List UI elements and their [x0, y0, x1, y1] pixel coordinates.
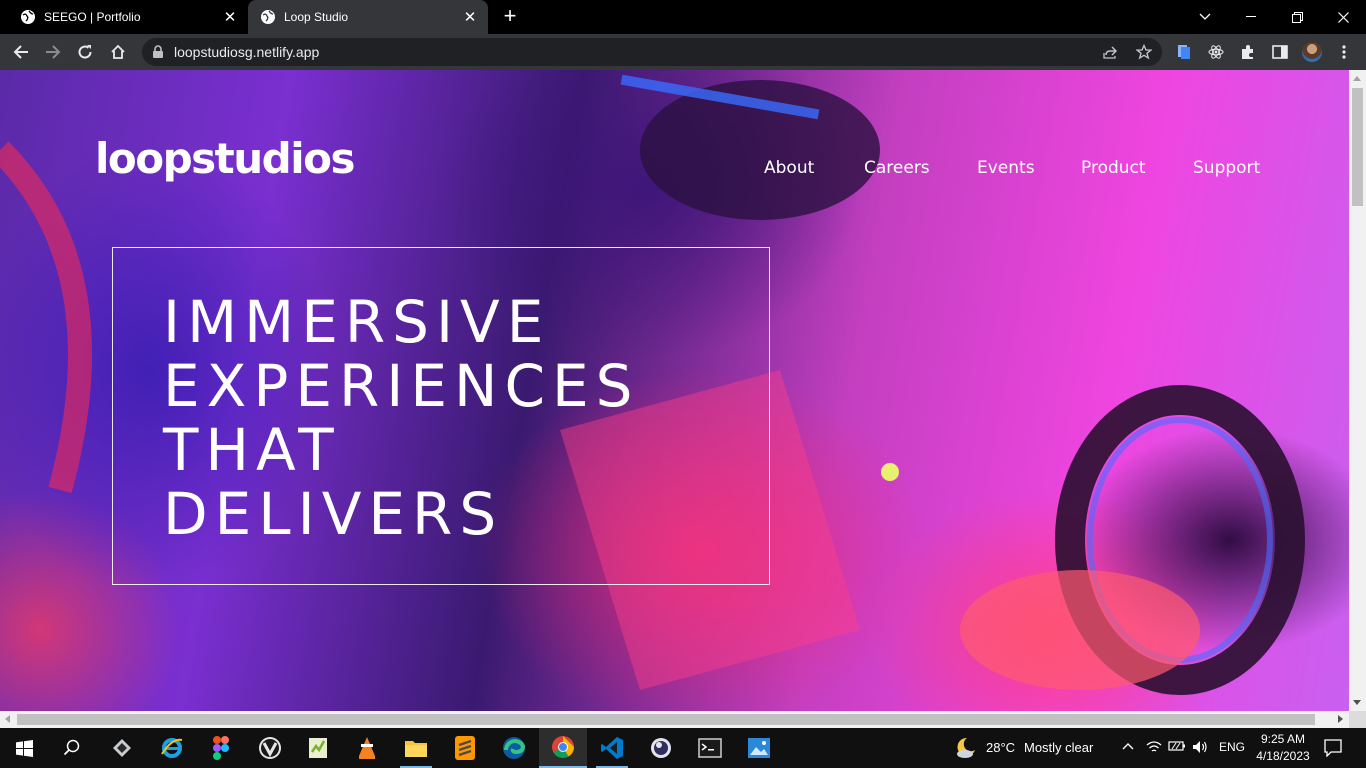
- bookmark-star-icon[interactable]: [1133, 41, 1155, 63]
- scroll-left-arrow[interactable]: [5, 715, 10, 723]
- browser-toolbar: loopstudiosg.netlify.app: [0, 34, 1366, 70]
- terminal-icon[interactable]: [686, 728, 734, 768]
- internet-explorer-icon[interactable]: [148, 728, 196, 768]
- share-icon[interactable]: [1099, 41, 1121, 63]
- weather-moon-cloud-icon[interactable]: [953, 736, 977, 760]
- sublime-text-icon[interactable]: [441, 728, 489, 768]
- hero-headline-line: EXPERIENCES: [163, 352, 640, 420]
- scroll-right-arrow[interactable]: [1338, 715, 1343, 723]
- nav-product[interactable]: Product: [1081, 158, 1146, 178]
- restore-button[interactable]: [1274, 0, 1320, 34]
- browser-tab-strip: SEEGO | Portfolio ✕ Loop Studio ✕ +: [0, 0, 1366, 34]
- close-tab-icon[interactable]: ✕: [458, 5, 482, 29]
- home-icon[interactable]: [104, 38, 132, 66]
- vertical-scroll-thumb[interactable]: [1352, 88, 1363, 206]
- weather-condition[interactable]: Mostly clear: [1024, 740, 1093, 755]
- extensions-puzzle-icon[interactable]: [1234, 38, 1262, 66]
- new-tab-button[interactable]: +: [498, 5, 522, 29]
- site-logo[interactable]: loopstudios: [95, 134, 355, 183]
- horizontal-scrollbar[interactable]: [0, 711, 1349, 728]
- windows-taskbar: 28°C Mostly clear ENG 9:25 AM 4/18/2023: [0, 728, 1366, 768]
- clock-date: 4/18/2023: [1256, 749, 1310, 763]
- nav-support[interactable]: Support: [1193, 158, 1260, 178]
- vertical-scrollbar[interactable]: [1349, 70, 1366, 711]
- nav-events[interactable]: Events: [977, 158, 1035, 178]
- figma-icon[interactable]: [197, 728, 245, 768]
- reload-icon[interactable]: [71, 38, 99, 66]
- profile-avatar[interactable]: [1302, 42, 1322, 62]
- address-bar[interactable]: loopstudiosg.netlify.app: [142, 38, 1162, 66]
- volume-icon[interactable]: [1192, 740, 1208, 754]
- chevron-up-icon[interactable]: [1122, 742, 1134, 750]
- tab-title: Loop Studio: [284, 10, 349, 24]
- close-window-button[interactable]: [1320, 0, 1366, 34]
- obs-icon[interactable]: [637, 728, 685, 768]
- vlc-icon[interactable]: [343, 728, 391, 768]
- notifications-icon[interactable]: [1324, 739, 1342, 757]
- vectorizer-app-icon[interactable]: [98, 728, 146, 768]
- hero-headline-line: DELIVERS: [163, 480, 504, 548]
- clock-time: 9:25 AM: [1260, 732, 1306, 746]
- lock-icon[interactable]: [152, 45, 164, 59]
- input-language[interactable]: ENG: [1219, 740, 1245, 754]
- close-tab-icon[interactable]: ✕: [218, 5, 242, 29]
- hero-headline-line: THAT: [163, 416, 341, 484]
- wifi-icon[interactable]: [1146, 740, 1162, 754]
- tab-search-icon[interactable]: [1182, 0, 1228, 34]
- scrollbar-corner: [1349, 711, 1366, 728]
- tab-seego-portfolio[interactable]: SEEGO | Portfolio ✕: [8, 0, 248, 34]
- windows-start-icon[interactable]: [0, 728, 48, 768]
- nav-careers[interactable]: Careers: [864, 158, 930, 178]
- chrome-icon[interactable]: [539, 728, 587, 768]
- hero-headline-line: IMMERSIVE: [163, 288, 551, 356]
- scroll-up-arrow[interactable]: [1353, 76, 1361, 81]
- tab-title: SEEGO | Portfolio: [44, 10, 141, 24]
- weather-temperature[interactable]: 28°C: [986, 740, 1015, 755]
- back-icon[interactable]: [7, 38, 35, 66]
- edge-icon[interactable]: [490, 728, 538, 768]
- search-icon[interactable]: [48, 728, 96, 768]
- extension-docs-icon[interactable]: [1170, 38, 1198, 66]
- horizontal-scroll-thumb[interactable]: [17, 714, 1315, 725]
- minimize-button[interactable]: [1228, 0, 1274, 34]
- menu-kebab-icon[interactable]: [1330, 38, 1358, 66]
- side-panel-icon[interactable]: [1266, 38, 1294, 66]
- tab-loop-studio[interactable]: Loop Studio ✕: [248, 0, 488, 34]
- scroll-down-arrow[interactable]: [1353, 700, 1361, 705]
- system-clock[interactable]: 9:25 AM 4/18/2023: [1248, 731, 1318, 765]
- nav-about[interactable]: About: [764, 158, 814, 178]
- notepad-plus-plus-icon[interactable]: [294, 728, 342, 768]
- globe-icon: [261, 10, 275, 24]
- forward-icon[interactable]: [39, 38, 67, 66]
- react-devtools-icon[interactable]: [1202, 38, 1230, 66]
- photos-icon[interactable]: [735, 728, 783, 768]
- battery-icon[interactable]: [1168, 739, 1186, 755]
- vscode-icon[interactable]: [588, 728, 636, 768]
- page-viewport: loopstudios About Careers Events Product…: [0, 70, 1349, 711]
- url-text[interactable]: loopstudiosg.netlify.app: [174, 38, 319, 66]
- file-explorer-icon[interactable]: [392, 728, 440, 768]
- vivaldi-icon[interactable]: [246, 728, 294, 768]
- globe-icon: [21, 10, 35, 24]
- hero-headline-box: IMMERSIVE EXPERIENCES THAT DELIVERS: [112, 247, 770, 585]
